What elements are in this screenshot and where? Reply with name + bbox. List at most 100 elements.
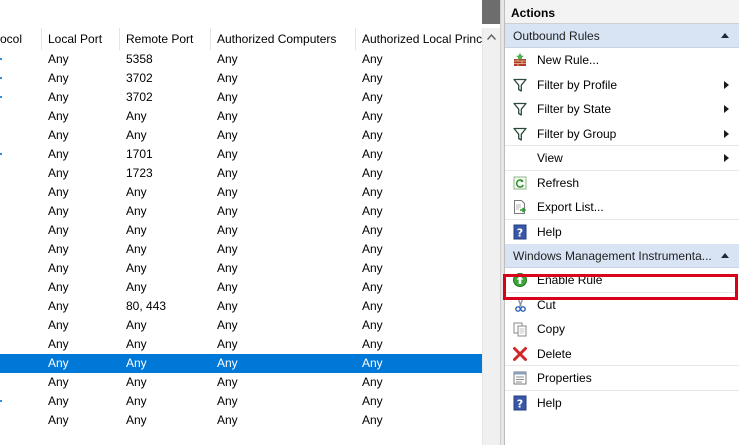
help-icon: ? bbox=[512, 224, 528, 240]
cell-remote-port: 3702 bbox=[126, 90, 153, 104]
cell-local-port: Any bbox=[48, 128, 69, 142]
column-header: ocol Local Port Remote Port Authorized C… bbox=[0, 28, 482, 50]
action-help[interactable]: ? Help bbox=[505, 391, 739, 416]
cell-local-port: Any bbox=[48, 299, 69, 313]
table-row[interactable]: Any Any Any Any bbox=[0, 411, 482, 430]
cell-authorized-local-principals: Any bbox=[362, 147, 383, 161]
cell-remote-port: Any bbox=[126, 261, 147, 275]
cell-remote-port: 80, 443 bbox=[126, 299, 167, 313]
action-label: Properties bbox=[537, 371, 592, 385]
action-enable-rule[interactable]: Enable Rule bbox=[505, 268, 739, 293]
cell-local-port: Any bbox=[48, 356, 69, 370]
action-delete[interactable]: Delete bbox=[505, 342, 739, 366]
table-row[interactable]: Any Any Any Any bbox=[0, 126, 482, 145]
table-row[interactable]: Any 1701 Any Any bbox=[0, 145, 482, 164]
selected-rule-actions: Enable Rule Cut Copy Delete Properties? Help bbox=[505, 268, 739, 415]
cell-authorized-local-principals: Any bbox=[362, 261, 383, 275]
table-row[interactable]: Any 80, 443 Any Any bbox=[0, 297, 482, 316]
truncated-cell-mark bbox=[0, 58, 2, 60]
cell-authorized-local-principals: Any bbox=[362, 356, 383, 370]
cell-authorized-computers: Any bbox=[217, 223, 238, 237]
cell-local-port: Any bbox=[48, 280, 69, 294]
cell-remote-port: Any bbox=[126, 318, 147, 332]
vertical-scrollbar[interactable] bbox=[482, 28, 500, 445]
cell-remote-port: 5358 bbox=[126, 52, 153, 66]
action-help[interactable]: ? Help bbox=[505, 220, 739, 245]
column-header-local-port[interactable]: Local Port bbox=[42, 28, 120, 50]
cell-remote-port: Any bbox=[126, 185, 147, 199]
table-row[interactable]: Any Any Any Any bbox=[0, 240, 482, 259]
cell-authorized-local-principals: Any bbox=[362, 109, 383, 123]
truncated-cell-mark bbox=[0, 96, 2, 98]
submenu-arrow-icon bbox=[724, 129, 729, 138]
cell-remote-port: Any bbox=[126, 394, 147, 408]
action-filter-by-profile[interactable]: Filter by Profile bbox=[505, 73, 739, 98]
action-refresh[interactable]: Refresh bbox=[505, 171, 739, 196]
collapse-icon[interactable] bbox=[721, 253, 729, 258]
action-export-list[interactable]: Export List... bbox=[505, 195, 739, 220]
cell-remote-port: Any bbox=[126, 242, 147, 256]
action-label: Delete bbox=[537, 346, 572, 361]
column-header-authorized-local-principals[interactable]: Authorized Local Princ bbox=[356, 28, 482, 50]
action-copy[interactable]: Copy bbox=[505, 317, 739, 342]
cell-remote-port: Any bbox=[126, 356, 147, 370]
table-row[interactable]: Any Any Any Any bbox=[0, 316, 482, 335]
action-view[interactable]: View bbox=[505, 146, 739, 171]
cell-authorized-computers: Any bbox=[217, 413, 238, 427]
action-new-rule[interactable]: New Rule... bbox=[505, 48, 739, 73]
enable-icon bbox=[512, 272, 528, 288]
cell-authorized-computers: Any bbox=[217, 242, 238, 256]
table-row[interactable]: Any Any Any Any bbox=[0, 183, 482, 202]
cut-icon bbox=[512, 297, 528, 313]
svg-text:?: ? bbox=[517, 226, 523, 239]
cell-remote-port: 3702 bbox=[126, 71, 153, 85]
help-icon: ? bbox=[512, 395, 528, 411]
action-label: Help bbox=[537, 395, 562, 410]
chevron-up-icon bbox=[487, 33, 496, 40]
table-row[interactable]: Any 5358 Any Any bbox=[0, 50, 482, 69]
outbound-rules-actions: New Rule... Filter by Profile Filter by St… bbox=[505, 48, 739, 244]
cell-authorized-local-principals: Any bbox=[362, 52, 383, 66]
table-row[interactable]: Any Any Any Any bbox=[0, 335, 482, 354]
scroll-up-button[interactable] bbox=[483, 28, 500, 45]
cell-authorized-local-principals: Any bbox=[362, 166, 383, 180]
collapse-icon[interactable] bbox=[721, 33, 729, 38]
delete-icon bbox=[512, 346, 528, 362]
action-label: Filter by Group bbox=[537, 126, 617, 141]
section-header-selected-rule[interactable]: Windows Management Instrumenta... bbox=[505, 244, 739, 268]
rules-list[interactable]: ocol Local Port Remote Port Authorized C… bbox=[0, 0, 482, 445]
table-row[interactable]: Any Any Any Any bbox=[0, 373, 482, 392]
column-header-protocol[interactable]: ocol bbox=[0, 28, 42, 50]
table-row[interactable]: Any Any Any Any bbox=[0, 221, 482, 240]
refresh-icon bbox=[512, 175, 528, 191]
cell-authorized-local-principals: Any bbox=[362, 242, 383, 256]
filter-icon bbox=[512, 126, 528, 142]
table-row[interactable]: Any 3702 Any Any bbox=[0, 69, 482, 88]
copy-icon bbox=[512, 321, 528, 337]
cell-remote-port: Any bbox=[126, 413, 147, 427]
table-row[interactable]: Any 3702 Any Any bbox=[0, 88, 482, 107]
table-row[interactable]: Any 1723 Any Any bbox=[0, 164, 482, 183]
table-row[interactable]: Any Any Any Any bbox=[0, 278, 482, 297]
action-cut[interactable]: Cut bbox=[505, 293, 739, 318]
table-row[interactable]: Any Any Any Any bbox=[0, 392, 482, 411]
action-properties[interactable]: Properties bbox=[505, 366, 739, 391]
column-header-remote-port[interactable]: Remote Port bbox=[120, 28, 211, 50]
table-row[interactable]: Any Any Any Any bbox=[0, 259, 482, 278]
cell-local-port: Any bbox=[48, 147, 69, 161]
table-row[interactable]: Any Any Any Any bbox=[0, 354, 482, 373]
cell-authorized-computers: Any bbox=[217, 280, 238, 294]
section-header-outbound-rules[interactable]: Outbound Rules bbox=[505, 24, 739, 48]
action-filter-by-group[interactable]: Filter by Group bbox=[505, 122, 739, 146]
cell-authorized-computers: Any bbox=[217, 261, 238, 275]
cell-local-port: Any bbox=[48, 413, 69, 427]
table-row[interactable]: Any Any Any Any bbox=[0, 107, 482, 126]
cell-authorized-local-principals: Any bbox=[362, 223, 383, 237]
table-row[interactable]: Any Any Any Any bbox=[0, 202, 482, 221]
action-label: Help bbox=[537, 224, 562, 239]
cell-remote-port: 1723 bbox=[126, 166, 153, 180]
cell-local-port: Any bbox=[48, 223, 69, 237]
action-filter-by-state[interactable]: Filter by State bbox=[505, 97, 739, 122]
cell-authorized-computers: Any bbox=[217, 128, 238, 142]
column-header-authorized-computers[interactable]: Authorized Computers bbox=[211, 28, 356, 50]
